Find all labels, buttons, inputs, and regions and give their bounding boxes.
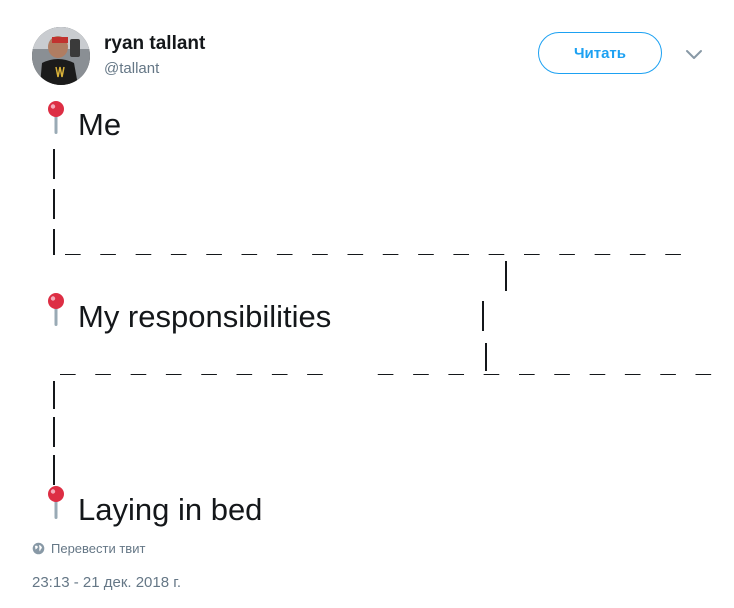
connector-bar: [53, 189, 55, 219]
connector-bar: [505, 261, 507, 291]
round-pushpin-icon: [45, 100, 67, 140]
author-handle[interactable]: @tallant: [104, 60, 159, 77]
globe-icon: [32, 542, 45, 555]
dash-row: _ _ _ _ _ _ _ _ _ _ _ _ _ _ _ _ _ _: [65, 226, 683, 256]
tweet-header: ryan tallant @tallant Читать: [32, 27, 712, 87]
chevron-down-icon[interactable]: [680, 41, 708, 67]
connector-bar: [482, 301, 484, 331]
avatar[interactable]: [32, 27, 90, 85]
connector-bar: [485, 343, 487, 371]
translate-tweet-link[interactable]: Перевести твит: [32, 540, 145, 556]
tweet-line-responsibilities: My responsibilities: [78, 299, 332, 334]
connector-bar: [53, 381, 55, 409]
connector-bar: [53, 149, 55, 179]
tweet-line-laying-in-bed: Laying in bed: [78, 492, 263, 527]
tweet-line-me: Me: [78, 107, 122, 142]
author-name[interactable]: ryan tallant: [104, 33, 205, 55]
dash-row: _ _ _ _ _ _ _ _ _ _ _ _ _ _ _ _ _ _: [60, 346, 714, 376]
connector-bar: [53, 455, 55, 485]
tweet-timestamp[interactable]: 23:13 - 21 дек. 2018 г.: [32, 574, 181, 591]
round-pushpin-icon: [45, 485, 67, 525]
connector-bar: [53, 417, 55, 447]
connector-bar: [53, 229, 55, 255]
translate-label: Перевести твит: [51, 541, 146, 557]
round-pushpin-icon: [45, 292, 67, 332]
tweet-text: Me _ _ _ _ _ _ _ _ _ _ _ _ _ _ _ _ _ _ M…: [0, 95, 734, 535]
follow-button[interactable]: Читать: [538, 32, 662, 74]
